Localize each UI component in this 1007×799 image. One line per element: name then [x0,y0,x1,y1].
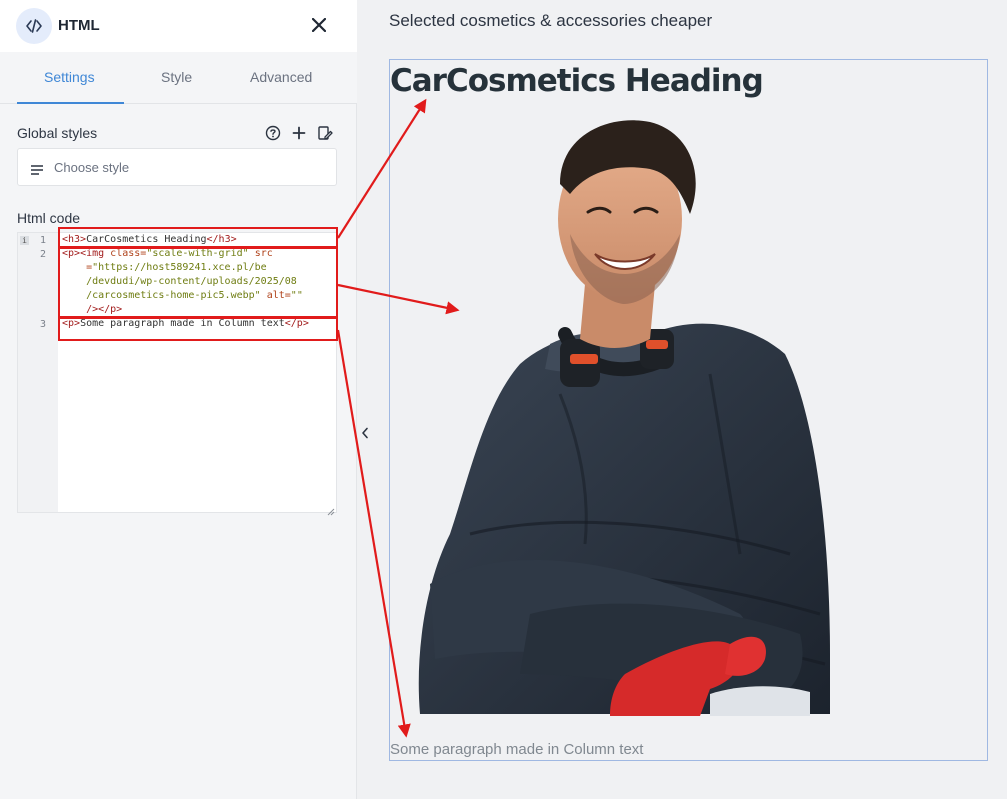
sidebar-title: HTML [58,17,100,34]
style-select-placeholder: Choose style [54,160,130,175]
sidebar-header: HTML [0,0,357,52]
line-number: 1 [39,235,46,246]
preview-image [418,120,830,716]
active-tab-indicator [17,102,124,104]
global-styles-tools [264,124,334,142]
list-icon [31,162,43,180]
collapse-sidebar-icon[interactable] [359,425,371,441]
line-number: 2 [39,249,46,260]
tab-style[interactable]: Style [161,69,192,85]
settings-tabs: Settings Style Advanced [0,52,357,104]
html-element-preview[interactable]: CarCosmetics Heading Some paragraph made… [389,59,988,761]
line-number: 3 [39,319,46,330]
preview-paragraph: Some paragraph made in Column text [390,741,644,758]
annotation-box-image [58,247,338,318]
style-edit-icon[interactable] [316,124,334,142]
editor-gutter: i 1 2 3 [18,233,58,512]
annotation-box-heading [58,227,338,248]
annotation-box-paragraph [58,317,338,341]
html-code-label: Html code [17,210,81,226]
resize-handle-icon[interactable] [327,503,335,516]
help-icon[interactable] [264,124,282,142]
tab-settings[interactable]: Settings [44,69,95,85]
code-icon [16,8,52,44]
global-styles-label: Global styles [17,125,98,141]
global-style-select[interactable]: Choose style [17,148,337,186]
close-icon[interactable] [308,14,330,36]
tab-advanced[interactable]: Advanced [250,69,312,85]
canvas-top-text: Selected cosmetics & accessories cheaper [389,11,713,30]
element-settings-sidebar: HTML Settings Style Advanced Global styl… [0,0,357,799]
preview-heading: CarCosmetics Heading [390,63,764,99]
add-icon[interactable] [290,124,308,142]
